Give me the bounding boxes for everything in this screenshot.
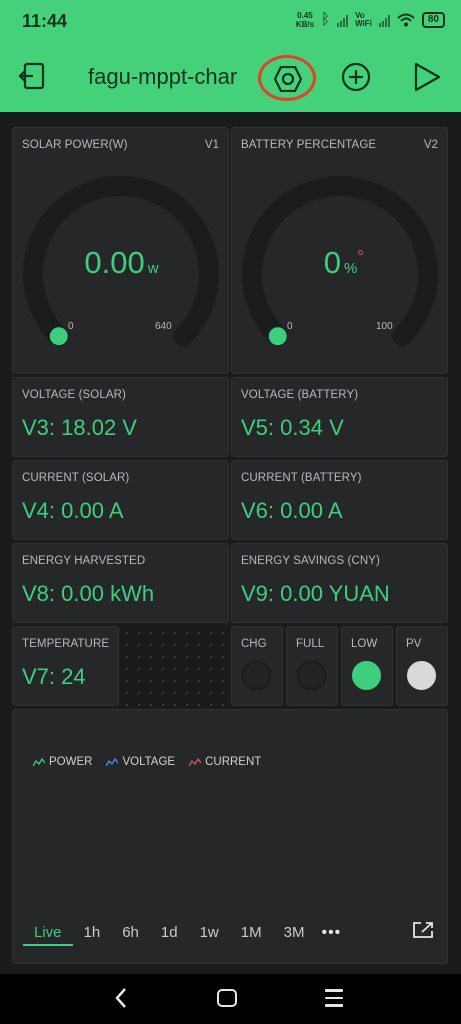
superchart[interactable]: POWER VOLTAGE CURRENT Live 1h 6h 1d 1w 1… [12,709,448,964]
led-label: FULL [296,638,325,650]
gauge-max: 640 [155,321,172,332]
current-battery-display[interactable]: CURRENT (BATTERY) V6: 0.00 A [231,460,448,540]
gauge-indicator [49,327,68,346]
display-value: V3: 18.02 V [22,415,137,440]
display-value: V5: 0.34 V [241,415,344,440]
range-1m[interactable]: 1M [230,920,273,946]
line-chart-icon [33,757,45,766]
led-label: CHG [241,638,267,650]
notice-dot [358,250,363,255]
display-value: V6: 0.00 A [241,498,343,523]
display-label: TEMPERATURE [22,638,110,650]
nav-home-button[interactable] [217,989,237,1007]
display-label: VOLTAGE (BATTERY) [241,389,359,401]
play-button[interactable] [413,62,441,97]
range-live[interactable]: Live [23,920,73,946]
battery-percentage-gauge[interactable]: BATTERY PERCENTAGE V2 0% 0 100 [231,127,448,374]
app-bar: fagu-mppt-char [0,42,461,112]
battery-icon: 80 [421,12,445,28]
range-1w[interactable]: 1w [189,920,230,946]
gauge-indicator [268,327,287,346]
voltage-solar-display[interactable]: VOLTAGE (SOLAR) V3: 18.02 V [12,377,229,457]
voltage-battery-display[interactable]: VOLTAGE (BATTERY) V5: 0.34 V [231,377,448,457]
nav-recents-button[interactable] [325,989,343,1012]
legend-power[interactable]: POWER [33,756,92,768]
line-chart-icon [106,757,119,766]
status-time: 11:44 [22,11,68,31]
exit-dashboard-button[interactable] [16,60,48,92]
led-indicator [352,661,381,690]
current-solar-display[interactable]: CURRENT (SOLAR) V4: 0.00 A [12,460,229,540]
led-full[interactable]: FULL [286,626,338,706]
back-chevron-icon [115,988,126,1008]
plus-circle-icon [341,62,371,92]
led-chg[interactable]: CHG [231,626,283,706]
status-icons: 0.45 KB/s ᛒ Vo WiFi 80 [296,11,445,29]
status-bar: 11:44 0.45 KB/s ᛒ Vo WiFi 80 [0,0,461,42]
gauge-value: 0.00 w [84,245,159,280]
led-label: LOW [351,638,378,650]
network-speed: 0.45 KB/s [295,11,315,29]
led-low[interactable]: LOW [341,626,393,706]
bluetooth-icon: ᛒ [321,11,331,28]
led-indicator [297,661,326,690]
settings-button[interactable] [258,55,316,101]
nav-back-button[interactable] [113,986,129,1015]
energy-harvested-display[interactable]: ENERGY HARVESTED V8: 0.00 kWh [12,543,229,623]
add-widget-button[interactable] [341,62,371,97]
time-range-tabs: Live 1h 6h 1d 1w 1M 3M ••• [23,920,347,946]
range-1h[interactable]: 1h [73,920,112,946]
display-value: V7: 24 [22,664,86,689]
led-label: PV [406,638,422,650]
signal-2-icon [378,13,390,27]
led-indicator [242,661,271,690]
more-ranges-button[interactable]: ••• [315,924,347,942]
solar-power-gauge[interactable]: SOLAR POWER(W) V1 0.00 w 0 640 [12,127,229,374]
range-3m[interactable]: 3M [273,920,316,946]
gauge-value: 0% [323,245,358,280]
display-value: V4: 0.00 A [22,498,124,523]
display-label: ENERGY HARVESTED [22,555,146,567]
play-icon [414,62,441,92]
line-chart-icon [189,757,202,766]
hexagon-nut-icon [274,66,302,92]
signal-icon [337,13,349,27]
empty-grid-slot [121,627,229,707]
display-label: ENERGY SAVINGS (CNY) [241,555,380,567]
range-1d[interactable]: 1d [150,920,189,946]
expand-chart-button[interactable] [412,921,434,944]
led-pv[interactable]: PV [396,626,448,706]
gauge-min: 0 [68,321,74,332]
dashboard-canvas: SOLAR POWER(W) V1 0.00 w 0 640 BATTERY PE… [0,112,461,974]
display-value: V8: 0.00 kWh [22,581,155,606]
chart-legend: POWER VOLTAGE CURRENT [33,756,261,768]
project-title: fagu-mppt-char [88,64,238,89]
gauge-max: 100 [376,321,393,332]
display-label: CURRENT (BATTERY) [241,472,362,484]
display-label: VOLTAGE (SOLAR) [22,389,126,401]
exit-icon [18,62,45,90]
gauge-min: 0 [287,321,293,332]
external-expand-icon [413,922,433,938]
wifi-icon [397,13,415,27]
temperature-display[interactable]: TEMPERATURE V7: 24 [12,626,119,706]
system-nav-bar [0,974,461,1024]
range-6h[interactable]: 6h [111,920,150,946]
volte-wifi-tag: Vo WiFi [355,11,372,28]
display-value: V9: 0.00 YUAN [241,581,390,606]
display-label: CURRENT (SOLAR) [22,472,130,484]
led-indicator [407,661,436,690]
legend-current[interactable]: CURRENT [189,756,261,768]
energy-savings-display[interactable]: ENERGY SAVINGS (CNY) V9: 0.00 YUAN [231,543,448,623]
legend-voltage[interactable]: VOLTAGE [106,756,175,768]
